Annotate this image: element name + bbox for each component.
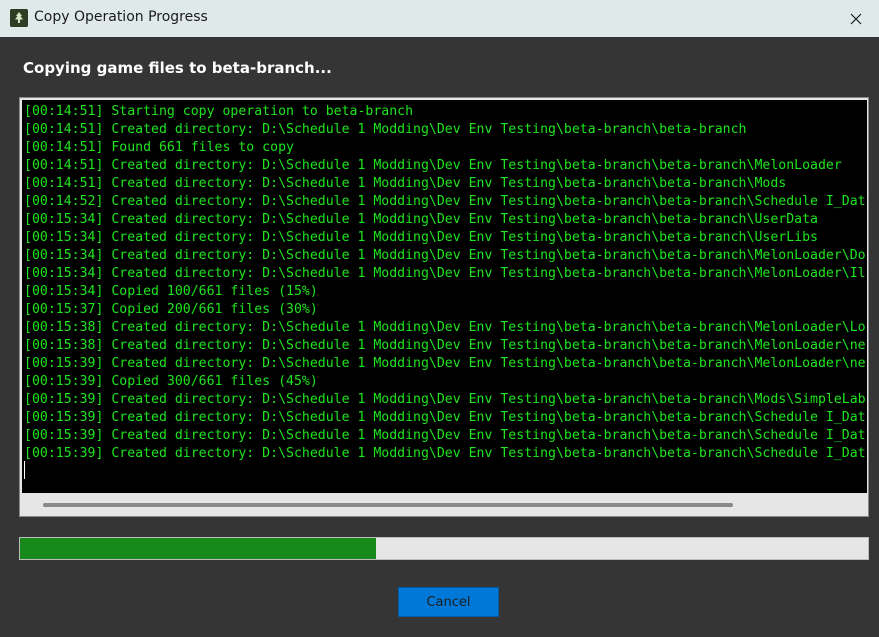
operation-heading: Copying game files to beta-branch... (23, 59, 332, 77)
log-line: [00:15:39] Created directory: D:\Schedul… (24, 392, 866, 407)
window-title: Copy Operation Progress (34, 9, 208, 25)
log-line: [00:15:34] Created directory: D:\Schedul… (24, 230, 818, 245)
log-line: [00:14:52] Created directory: D:\Schedul… (24, 194, 866, 209)
log-line: [00:14:51] Created directory: D:\Schedul… (24, 158, 842, 173)
progress-fill (20, 538, 377, 559)
log-line: [00:15:34] Created directory: D:\Schedul… (24, 248, 866, 263)
log-line: [00:15:38] Created directory: D:\Schedul… (24, 320, 866, 335)
log-line: [00:15:37] Copied 200/661 files (30%) (24, 302, 318, 317)
cancel-button[interactable]: Cancel (398, 587, 499, 617)
scrollbar-thumb[interactable] (43, 503, 733, 507)
horizontal-scrollbar[interactable] (22, 495, 867, 514)
close-icon (850, 13, 862, 24)
log-line: [00:15:39] Copied 300/661 files (45%) (24, 374, 318, 389)
text-caret (24, 461, 25, 479)
log-line: [00:15:39] Created directory: D:\Schedul… (24, 428, 866, 443)
log-line: [00:15:38] Created directory: D:\Schedul… (24, 338, 866, 353)
close-button[interactable] (833, 0, 879, 37)
log-line: [00:15:34] Created directory: D:\Schedul… (24, 266, 866, 281)
log-line: [00:15:39] Created directory: D:\Schedul… (24, 410, 866, 425)
log-line: [00:15:39] Created directory: D:\Schedul… (24, 446, 866, 461)
log-panel: [00:14:51] Starting copy operation to be… (19, 97, 869, 517)
log-line: [00:15:34] Copied 100/661 files (15%) (24, 284, 318, 299)
log-output[interactable]: [00:14:51] Starting copy operation to be… (22, 100, 867, 493)
log-line: [00:14:51] Starting copy operation to be… (24, 104, 414, 119)
log-line: [00:15:34] Created directory: D:\Schedul… (24, 212, 818, 227)
app-logo-icon (10, 9, 28, 27)
log-line: [00:14:51] Created directory: D:\Schedul… (24, 122, 747, 137)
progress-bar (19, 537, 869, 560)
log-line: [00:14:51] Created directory: D:\Schedul… (24, 176, 787, 191)
log-lines: [00:14:51] Starting copy operation to be… (24, 103, 866, 463)
log-line: [00:15:39] Created directory: D:\Schedul… (24, 356, 866, 371)
log-line: [00:14:51] Found 661 files to copy (24, 140, 294, 155)
title-bar: Copy Operation Progress (0, 0, 879, 37)
